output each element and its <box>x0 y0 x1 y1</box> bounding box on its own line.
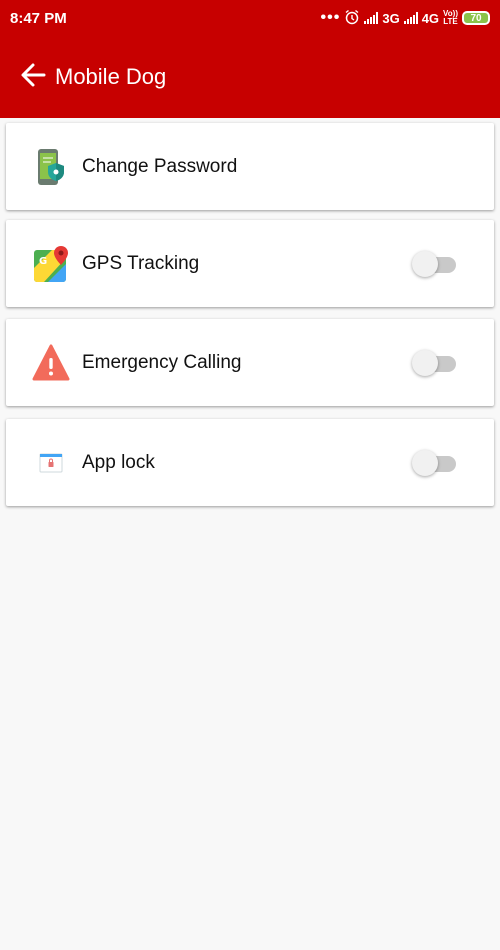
status-time: 8:47 PM <box>10 9 67 27</box>
volte-indicator: Vo)) LTE <box>443 10 458 26</box>
battery-level: 70 <box>470 12 482 24</box>
battery-icon: 70 <box>462 11 490 25</box>
maps-pin-icon: G <box>32 244 70 284</box>
setting-item-change-password[interactable]: Change Password <box>6 123 494 210</box>
setting-item-emergency-calling[interactable]: Emergency Calling <box>6 319 494 406</box>
setting-item-gps-tracking[interactable]: G GPS Tracking <box>6 220 494 307</box>
setting-label-app-lock: App lock <box>82 451 155 473</box>
toggle-thumb <box>412 251 438 277</box>
toggle-thumb <box>412 450 438 476</box>
alarm-icon <box>344 9 360 28</box>
gps-tracking-toggle[interactable] <box>412 251 462 277</box>
toggle-thumb <box>412 350 438 376</box>
more-notifications-icon: ••• <box>320 9 341 26</box>
app-lock-icon <box>32 443 70 483</box>
setting-label-change-password: Change Password <box>82 155 238 177</box>
app-lock-toggle[interactable] <box>412 450 462 476</box>
status-icons: ••• 3G 4G Vo)) LTE 70 <box>321 9 490 28</box>
network-4g-label: 4G <box>421 10 440 26</box>
signal-icon <box>364 12 379 24</box>
warning-icon <box>32 343 70 383</box>
phone-shield-icon <box>32 147 70 187</box>
network-3g-label: 3G <box>382 10 400 26</box>
app-bar: Mobile Dog <box>0 36 500 118</box>
setting-label-gps-tracking: GPS Tracking <box>82 252 200 274</box>
back-button[interactable] <box>8 52 58 102</box>
setting-label-emergency-calling: Emergency Calling <box>82 351 242 373</box>
status-bar: 8:47 PM ••• 3G 4G Vo)) LTE 70 <box>0 0 500 36</box>
setting-item-app-lock[interactable]: App lock <box>6 419 494 506</box>
arrow-left-icon <box>19 61 47 94</box>
signal-icon-2 <box>403 12 418 24</box>
emergency-calling-toggle[interactable] <box>412 350 462 376</box>
page-title: Mobile Dog <box>55 64 167 89</box>
volte-bottom: LTE <box>443 17 458 26</box>
svg-text:G: G <box>39 256 47 267</box>
